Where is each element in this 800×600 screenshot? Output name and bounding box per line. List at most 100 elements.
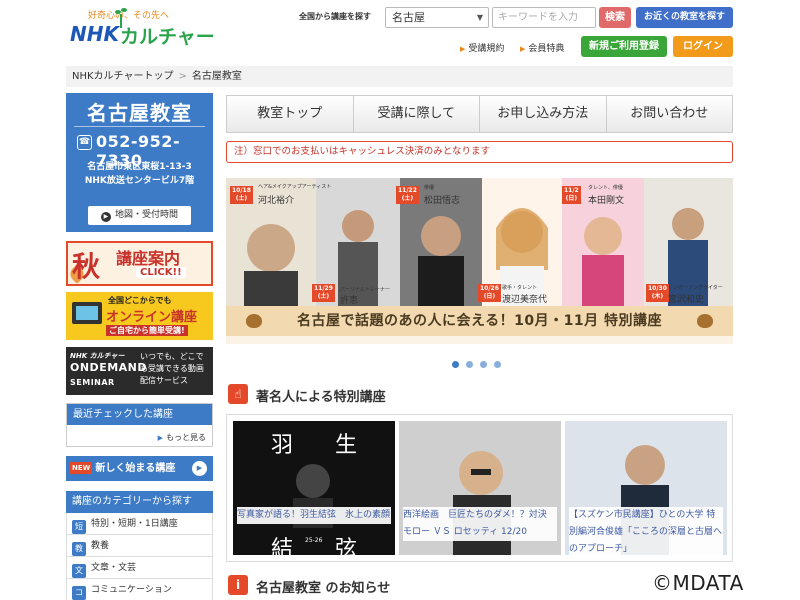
tab-school-top[interactable]: 教室トップ <box>227 96 354 132</box>
category-item-writing[interactable]: 文文章・文芸 <box>66 557 213 579</box>
recently-viewed-box: 最近チェックした講座 ▶ もっと見る <box>66 403 213 447</box>
carousel-dot[interactable] <box>452 361 459 368</box>
main-nav-tabs: 教室トップ 受講に際して お申し込み方法 お問い合わせ <box>226 95 733 133</box>
speaker-role: シンガーソングライター <box>668 285 723 291</box>
course-card[interactable]: 西洋絵画 巨匠たちのダメ！？対決 モロー ＶＳ ロセッティ 12/20 <box>399 421 561 555</box>
speaker-name: 渡辺美奈代 <box>502 295 548 305</box>
online-banner-line2: オンライン講座 <box>106 310 198 325</box>
breadcrumb-current: 名古屋教室 <box>191 71 242 82</box>
category-item-special[interactable]: 短特別・短期・1日講座 <box>66 513 213 535</box>
new-courses-button[interactable]: NEW 新しく始まる講座 ▶ <box>66 456 213 481</box>
speaker-name: 本田剛文 <box>588 196 625 206</box>
tab-attending[interactable]: 受講に際して <box>354 96 480 132</box>
speaker-role: タレント、俳優 <box>588 185 623 191</box>
speaker-name: 宮沢和史 <box>668 295 705 305</box>
arrow-right-icon: ▶ <box>100 212 111 222</box>
speaker-role: 俳優 <box>424 185 435 191</box>
keyword-input[interactable]: キーワードを入力 <box>492 7 596 28</box>
arrow-right-icon: ▶ <box>192 461 207 476</box>
map-hours-button[interactable]: ▶ 地図・受付時間 <box>88 206 191 225</box>
book-icon: 教 <box>72 542 86 556</box>
carousel-dots <box>452 358 508 371</box>
category-list: 短特別・短期・1日講座 教教養 文文章・文芸 ココミュニケーション <box>66 513 213 600</box>
course-caption[interactable]: 西洋絵画 巨匠たちのダメ！？対決 モロー ＶＳ ロセッティ 12/20 <box>403 507 557 541</box>
area-select-value: 名古屋 <box>392 11 425 24</box>
area-select[interactable]: 名古屋 ▼ <box>385 7 489 28</box>
speaker-date: 10/26 (日) <box>478 284 501 302</box>
speaker-role: 歌手・タレント <box>502 285 538 291</box>
category-item-liberal-arts[interactable]: 教教養 <box>66 535 213 557</box>
autumn-banner-big: 秋 <box>72 250 101 283</box>
speaker-date: 11/29 (土) <box>312 284 335 302</box>
online-banner-line1: 全国どこからでも <box>108 296 172 305</box>
terms-link[interactable]: ▶ 受講規約 <box>460 41 504 54</box>
speaker-name: 河北裕介 <box>258 196 295 206</box>
search-label: 全国から講座を探す <box>299 12 371 21</box>
course-card[interactable]: 【スズケン市民講座】ひとの大学 特別編河合俊雄「こころの深層と古層へのアプローチ… <box>565 421 727 558</box>
acorn-icon <box>697 314 713 328</box>
breadcrumb-home[interactable]: NHKカルチャートップ <box>72 71 173 82</box>
category-title: 講座のカテゴリーから探す <box>66 491 213 513</box>
ondemand-brand: NHK カルチャー <box>70 352 125 360</box>
search-button[interactable]: 検索 <box>599 7 631 28</box>
find-nearby-button[interactable]: お近くの教室を探す <box>636 7 733 28</box>
pointer-hand-icon: ☝ <box>228 384 248 404</box>
speaker-name: 許恵 <box>340 296 359 306</box>
logo-tagline: 好奇心の、その先へ <box>88 11 170 21</box>
carousel-dot[interactable] <box>494 361 501 368</box>
login-button[interactable]: ログイン <box>673 36 733 57</box>
hero-caption-text: 名古屋で話題のあの人に会える！10月・11月 特別講座 <box>297 313 662 329</box>
phone-icon: ☎ <box>77 135 92 150</box>
speaker-date: 10/30 (木) <box>646 284 669 302</box>
triangle-right-icon: ▶ <box>520 45 526 53</box>
ondemand-seminar-banner[interactable]: NHK カルチャー ONDEMAND SEMINAR いつでも、どこでも受講でき… <box>66 347 213 395</box>
register-button[interactable]: 新規ご利用登録 <box>581 36 667 57</box>
speaker-role: パーソナルトレーナー <box>340 287 391 293</box>
triangle-right-icon: ▶ <box>157 434 163 442</box>
hero-caption: 名古屋で話題のあの人に会える！10月・11月 特別講座 <box>226 306 733 336</box>
recently-viewed-title: 最近チェックした講座 <box>67 404 212 425</box>
writing-icon: 文 <box>72 564 86 578</box>
copyright-watermark: ©MDATA <box>652 571 744 595</box>
course-card[interactable]: 羽 生 結 弦 25-26 写真家が語る！羽生結弦 氷上の素顔 <box>233 421 395 562</box>
triangle-right-icon: ▶ <box>460 45 466 53</box>
breadcrumb-separator: > <box>178 71 187 82</box>
online-course-banner[interactable]: 全国どこからでも オンライン講座 ご自宅から簡単受講! <box>66 292 213 340</box>
speaker-role: ヘア&メイクアップアーティスト <box>258 184 332 190</box>
divider <box>74 126 205 127</box>
member-benefits-link[interactable]: ▶ 会員特典 <box>520 41 564 54</box>
tab-how-to-apply[interactable]: お申し込み方法 <box>480 96 607 132</box>
category-icon: 短 <box>72 520 86 534</box>
news-section-title: 名古屋教室 のお知らせ <box>256 581 391 596</box>
special-section-title: 著名人による特別講座 <box>256 390 386 405</box>
logo-brand: NHK <box>70 22 119 46</box>
see-more-link[interactable]: ▶ もっと見る <box>158 432 206 443</box>
course-caption[interactable]: 【スズケン市民講座】ひとの大学 特別編河合俊雄「こころの深層と古層へのアプローチ… <box>569 507 723 558</box>
address-line1: 名古屋市東区東桜1-13-3 <box>87 162 192 172</box>
carousel-dot[interactable] <box>480 361 487 368</box>
logo-brand-suffix: カルチャー <box>120 26 215 48</box>
tab-contact[interactable]: お問い合わせ <box>607 96 733 132</box>
hero-carousel[interactable]: 10/18 (土) ヘア&メイクアップアーティスト 河北裕介 11/29 (土) パ… <box>226 178 733 344</box>
acorn-icon <box>246 314 262 328</box>
autumn-banner-title: 講座案内 <box>116 249 181 268</box>
speaker-date: 11/2 (日) <box>562 186 581 204</box>
laptop-icon <box>72 302 102 324</box>
speaker-date: 10/18 (土) <box>230 186 253 204</box>
breadcrumb: NHKカルチャートップ > 名古屋教室 <box>66 66 733 87</box>
new-courses-label: 新しく始まる講座 <box>95 463 176 474</box>
course-caption[interactable]: 写真家が語る！羽生結弦 氷上の素顔 <box>237 507 391 524</box>
nhk-culture-logo[interactable]: 好奇心の、その先へ NHK カルチャー <box>66 6 215 54</box>
address-line2: NHK放送センタービル7階 <box>84 176 195 186</box>
category-item-communication[interactable]: ココミュニケーション <box>66 579 213 600</box>
ondemand-line2: SEMINAR <box>70 378 115 387</box>
carousel-dot[interactable] <box>466 361 473 368</box>
new-badge: NEW <box>70 462 93 474</box>
speech-bubble-icon: コ <box>72 586 86 600</box>
payment-notice: 注）窓口でのお支払いはキャッシュレス決済のみとなります <box>226 141 733 163</box>
school-info-box: 名古屋教室 ☎ 052-952-7330 名古屋市東区東桜1-13-3 NHK放… <box>66 93 213 232</box>
school-name: 名古屋教室 <box>87 101 192 125</box>
chevron-down-icon: ▼ <box>476 13 483 22</box>
special-course-cards: 羽 生 結 弦 25-26 写真家が語る！羽生結弦 氷上の素顔 西洋絵画 巨匠た… <box>226 414 733 562</box>
autumn-course-banner[interactable]: 秋 講座案内 CLICK!! <box>66 241 213 286</box>
